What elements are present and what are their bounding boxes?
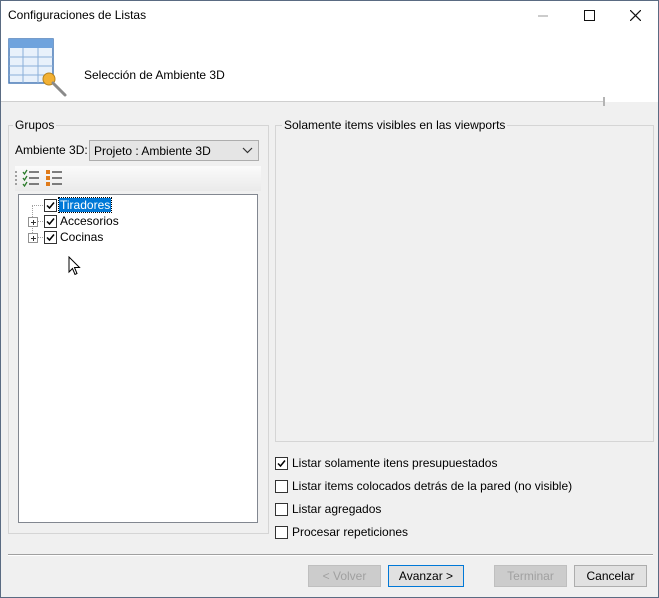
option-label[interactable]: Listar agregados <box>292 502 381 516</box>
title-bar: Configuraciones de Listas <box>1 1 658 30</box>
viewports-groupbox <box>275 125 654 442</box>
uncheck-all-button[interactable] <box>45 169 65 189</box>
tree-line <box>38 237 43 238</box>
expand-icon[interactable] <box>28 233 38 243</box>
minimize-button[interactable] <box>520 1 566 30</box>
option-checkbox[interactable] <box>275 503 288 516</box>
tree-node-label[interactable]: Accesorios <box>59 214 120 228</box>
header-divider <box>1 101 604 102</box>
header-divider-tick <box>603 97 605 106</box>
toolbar-grip[interactable] <box>15 171 17 187</box>
uncheck-all-icon <box>46 170 62 186</box>
dialog-window: Configuraciones de Listas Selección de A… <box>0 0 659 598</box>
option-label[interactable]: Procesar repeticiones <box>292 525 408 539</box>
check-all-icon <box>22 169 39 188</box>
tree-node-checkbox[interactable] <box>44 199 57 212</box>
maximize-icon <box>583 10 595 21</box>
wizard-header <box>1 30 658 102</box>
option-label[interactable]: Listar items colocados detrás de la pare… <box>292 479 572 493</box>
checkmark-icon <box>277 460 286 468</box>
chevron-down-icon <box>242 147 253 154</box>
ambiente-label: Ambiente 3D: <box>15 143 88 157</box>
tree-toolbar <box>15 166 261 191</box>
checkmark-icon <box>46 218 55 226</box>
tree-node-tiradores[interactable]: Tiradores <box>19 197 255 214</box>
tree-node-label[interactable]: Tiradores <box>57 197 113 213</box>
groups-tree[interactable]: Tiradores Accesorios Cocinas <box>18 194 258 523</box>
checkmark-icon <box>46 234 55 242</box>
tree-line <box>32 205 43 206</box>
tree-line <box>38 221 43 222</box>
tree-node-accesorios[interactable]: Accesorios <box>19 214 255 230</box>
tree-node-checkbox[interactable] <box>44 215 57 228</box>
viewports-label: Solamente items visibles en las viewport… <box>282 118 508 132</box>
footer-separator <box>8 554 653 556</box>
finish-button[interactable]: Terminar <box>494 565 567 587</box>
close-button[interactable] <box>612 1 658 30</box>
expand-icon[interactable] <box>28 217 38 227</box>
tree-node-checkbox[interactable] <box>44 231 57 244</box>
window-title: Configuraciones de Listas <box>8 8 147 22</box>
mouse-pointer-icon <box>68 256 81 276</box>
table-settings-icon <box>8 38 67 97</box>
step-title: Selección de Ambiente 3D <box>84 68 225 82</box>
maximize-button[interactable] <box>566 1 612 30</box>
tree-node-cocinas[interactable]: Cocinas <box>19 230 255 246</box>
back-button[interactable]: < Volver <box>308 565 381 587</box>
option-checkbox[interactable] <box>275 457 288 470</box>
option-checkbox[interactable] <box>275 526 288 539</box>
next-button[interactable]: Avanzar > <box>388 565 464 587</box>
tree-node-label[interactable]: Cocinas <box>59 230 104 244</box>
ambiente-select-value: Projeto : Ambiente 3D <box>94 144 211 158</box>
ambiente-select[interactable]: Projeto : Ambiente 3D <box>89 140 259 161</box>
option-checkbox[interactable] <box>275 480 288 493</box>
check-all-button[interactable] <box>22 169 42 189</box>
option-label[interactable]: Listar solamente itens presupuestados <box>292 456 497 470</box>
cancel-button[interactable]: Cancelar <box>574 565 647 587</box>
close-icon <box>629 10 641 21</box>
minimize-icon <box>538 15 548 16</box>
groups-label: Grupos <box>13 118 57 132</box>
checkmark-icon <box>46 202 55 210</box>
